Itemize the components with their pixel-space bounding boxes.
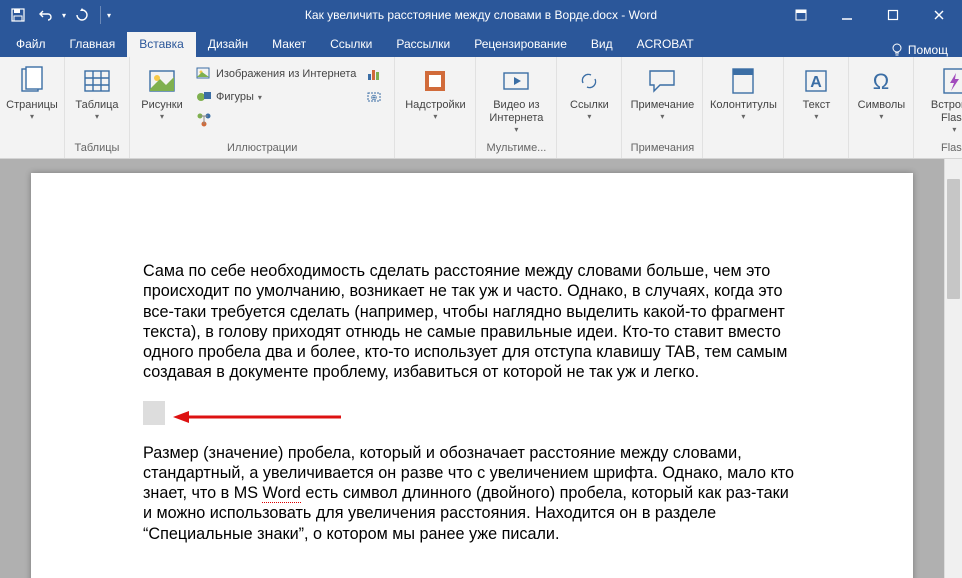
spellcheck-underline[interactable]: Word (262, 484, 300, 503)
symbol-button[interactable]: ΩСимволы▾ (853, 63, 909, 124)
video-button[interactable]: Видео изИнтернета▾ (480, 63, 552, 137)
header-icon (727, 65, 759, 97)
red-arrow-annotation (173, 410, 343, 424)
textbox-button[interactable]: AТекст▾ (788, 63, 844, 124)
menu-tab-дизайн[interactable]: Дизайн (196, 32, 260, 57)
page[interactable]: Сама по себе необходимость сделать расст… (31, 173, 913, 578)
chart-icon (366, 66, 382, 82)
save-button[interactable] (6, 3, 30, 27)
screenshot-icon: ⊕ (366, 89, 382, 105)
document-area[interactable]: Сама по себе необходимость сделать расст… (0, 159, 944, 578)
ribbon-group-label (788, 154, 844, 156)
tell-me-help[interactable]: Помощ (880, 43, 958, 57)
addins-button[interactable]: Надстройки▾ (399, 63, 471, 124)
pictures-button[interactable]: Рисунки▾ (134, 63, 190, 124)
ribbon-group-label (399, 154, 471, 156)
ribbon-group-label (707, 154, 779, 156)
online-pics-icon (196, 66, 212, 82)
ribbon-display-options-button[interactable] (778, 0, 824, 30)
ribbon-group-label: Примечания (626, 142, 698, 156)
ribbon-group-label (4, 154, 60, 156)
flash-icon (938, 65, 962, 97)
vertical-scrollbar[interactable] (944, 159, 962, 578)
ribbon-group: Надстройки▾ (395, 57, 476, 158)
menu-tab-файл[interactable]: Файл (4, 32, 58, 57)
ribbon-group: Таблица▾ Таблицы (65, 57, 130, 158)
chart-button[interactable] (362, 63, 390, 85)
symbol-icon: Ω (865, 65, 897, 97)
ribbon-group: Страницы▾ (0, 57, 65, 158)
cursor-indicator-block (143, 401, 801, 429)
menu-tab-ссылки[interactable]: Ссылки (318, 32, 384, 57)
undo-button[interactable] (34, 3, 58, 27)
menu-tab-главная[interactable]: Главная (58, 32, 128, 57)
flash-button[interactable]: ВстроитьFlash▾ (918, 63, 962, 137)
lightbulb-icon (890, 43, 904, 57)
pages-icon (16, 65, 48, 97)
shapes-icon (196, 89, 212, 105)
svg-text:A: A (811, 74, 823, 91)
header-button[interactable]: Колонтитулы▾ (707, 63, 779, 124)
maximize-button[interactable] (870, 0, 916, 30)
svg-text:Ω: Ω (873, 69, 889, 94)
ribbon-group: Ссылки▾ (557, 57, 622, 158)
smartart-icon (196, 112, 212, 128)
minimize-button[interactable] (824, 0, 870, 30)
ribbon-group-label: Таблицы (69, 142, 125, 156)
table-icon (81, 65, 113, 97)
document-title: Как увеличить расстояние между словами в… (305, 8, 657, 22)
paragraph-1[interactable]: Сама по себе необходимость сделать расст… (143, 261, 801, 383)
scroll-thumb[interactable] (947, 179, 960, 299)
menu-tab-вставка[interactable]: Вставка (127, 32, 196, 57)
menu-tab-вид[interactable]: Вид (579, 32, 625, 57)
selection-mark (143, 401, 165, 425)
smartart-button[interactable] (192, 109, 360, 131)
ribbon: Страницы▾Таблица▾ Таблицы Рисунки▾Изображе… (0, 57, 962, 159)
screenshot-button[interactable]: ⊕ (362, 86, 390, 108)
titlebar: ▾ ▾ Как увеличить расстояние между слова… (0, 0, 962, 30)
ribbon-group-label: Иллюстрации (134, 142, 390, 156)
quick-access-toolbar: ▾ ▾ (0, 3, 117, 27)
textbox-icon: A (800, 65, 832, 97)
ribbon-group: Видео изИнтернета▾ Мультиме... (476, 57, 557, 158)
pictures-icon (146, 65, 178, 97)
ribbon-group-label (853, 154, 909, 156)
comment-icon (646, 65, 678, 97)
video-icon (500, 65, 532, 97)
window-controls (778, 0, 962, 30)
links-icon (573, 65, 605, 97)
ribbon-group-label: Flash (918, 142, 962, 156)
ribbon-group: AТекст▾ (784, 57, 849, 158)
comment-button[interactable]: Примечание▾ (626, 63, 698, 124)
menu-tabs-bar: ФайлГлавнаяВставкаДизайнМакетСсылкиРассы… (0, 30, 962, 57)
svg-text:⊕: ⊕ (371, 93, 378, 102)
ribbon-group: Рисунки▾Изображения из ИнтернетаФигуры▾ ⊕… (130, 57, 395, 158)
links-button[interactable]: Ссылки▾ (561, 63, 617, 124)
close-button[interactable] (916, 0, 962, 30)
menu-tab-рассылки[interactable]: Рассылки (384, 32, 462, 57)
ribbon-group: Колонтитулы▾ (703, 57, 784, 158)
menu-tab-макет[interactable]: Макет (260, 32, 318, 57)
ribbon-group: Примечание▾ Примечания (622, 57, 703, 158)
paragraph-2[interactable]: Размер (значение) пробела, который и обо… (143, 443, 801, 544)
pages-button[interactable]: Страницы▾ (4, 63, 60, 124)
ribbon-group: ВстроитьFlash▾ Flash (914, 57, 962, 158)
table-button[interactable]: Таблица▾ (69, 63, 125, 124)
shapes-button[interactable]: Фигуры▾ (192, 86, 360, 108)
help-label: Помощ (908, 43, 948, 57)
addins-icon (419, 65, 451, 97)
ribbon-group: ΩСимволы▾ (849, 57, 914, 158)
menu-tab-acrobat[interactable]: ACROBAT (625, 32, 706, 57)
ribbon-group-label: Мультиме... (480, 142, 552, 156)
online-pics-button[interactable]: Изображения из Интернета (192, 63, 360, 85)
ribbon-group-label (561, 154, 617, 156)
menu-tab-рецензирование[interactable]: Рецензирование (462, 32, 579, 57)
redo-button[interactable] (70, 3, 94, 27)
